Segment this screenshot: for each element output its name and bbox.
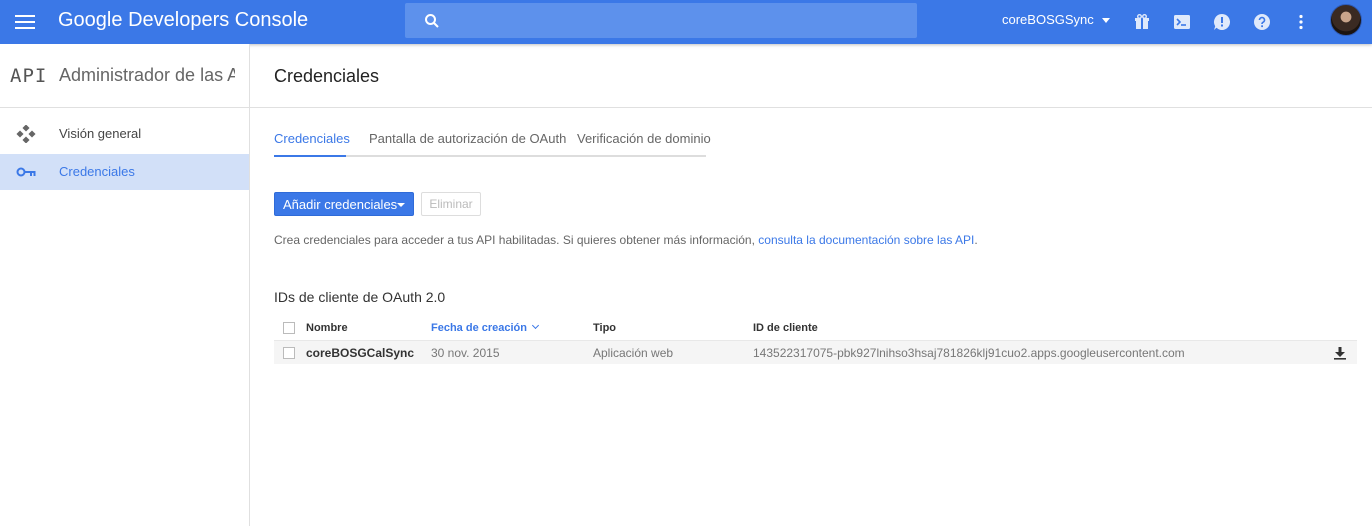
overview-icon <box>16 125 36 143</box>
help-icon[interactable] <box>1252 12 1272 32</box>
more-vert-icon[interactable] <box>1291 12 1311 32</box>
add-credentials-label: Añadir credenciales <box>283 196 398 212</box>
terminal-icon[interactable] <box>1172 12 1192 32</box>
page-title: Credenciales <box>274 66 380 86</box>
table-header: Nombre Fecha de creación Tipo ID de clie… <box>274 319 1357 339</box>
feedback-icon[interactable] <box>1212 12 1232 32</box>
top-bar: Google Developers Console coreBOSGSync <box>0 0 1372 44</box>
sidebar: API Administrador de las API Visión gene… <box>0 44 250 526</box>
api-icon: API <box>10 65 48 87</box>
gift-icon[interactable] <box>1132 12 1152 32</box>
client-id: 143522317075-pbk927lnihso3hsaj781826klj9… <box>753 346 1185 360</box>
active-tab-indicator <box>274 155 346 157</box>
column-header-type[interactable]: Tipo <box>593 322 616 334</box>
sidebar-item-label: Credenciales <box>59 164 135 179</box>
product-name: Developers Console <box>128 9 309 31</box>
column-header-created[interactable]: Fecha de creación <box>431 321 540 334</box>
info-text: Crea credenciales para acceder a tus API… <box>274 233 978 247</box>
app-title[interactable]: Google Developers Console <box>58 9 308 32</box>
tab-credentials[interactable]: Credenciales <box>274 131 350 146</box>
project-selector[interactable]: coreBOSGSync <box>1002 12 1110 27</box>
brand-name: Google <box>58 9 123 31</box>
sidebar-title: Administrador de las API <box>59 65 235 85</box>
divider <box>250 107 1372 108</box>
sidebar-item-credentials[interactable]: Credenciales <box>0 154 249 190</box>
tab-domain-verification[interactable]: Verificación de dominio <box>577 131 711 146</box>
docs-link[interactable]: consulta la documentación sobre las API <box>758 233 974 247</box>
select-all-checkbox[interactable] <box>283 322 295 334</box>
search-input[interactable] <box>405 3 917 38</box>
download-icon[interactable] <box>1333 346 1347 360</box>
client-type: Aplicación web <box>593 346 674 360</box>
table-row: coreBOSGCalSync 30 nov. 2015 Aplicación … <box>274 340 1357 364</box>
avatar[interactable] <box>1330 4 1362 36</box>
menu-icon[interactable] <box>14 12 36 32</box>
client-name-link[interactable]: coreBOSGCalSync <box>306 346 414 360</box>
chevron-down-icon <box>1101 18 1110 24</box>
main-content: Credenciales Credenciales Pantalla de au… <box>250 44 1372 526</box>
sidebar-item-overview[interactable]: Visión general <box>0 116 249 152</box>
column-header-name[interactable]: Nombre <box>306 322 348 334</box>
sort-descending-icon <box>531 321 540 330</box>
search-icon <box>425 14 439 28</box>
info-suffix: . <box>974 233 978 247</box>
key-icon <box>16 167 36 177</box>
created-date: 30 nov. 2015 <box>431 346 500 360</box>
sidebar-item-label: Visión general <box>59 126 142 141</box>
tab-bar: Credenciales Pantalla de autorización de… <box>274 131 711 157</box>
sidebar-header: API Administrador de las API <box>0 44 249 108</box>
oauth-section-title: IDs de cliente de OAuth 2.0 <box>274 289 446 305</box>
info-message: Crea credenciales para acceder a tus API… <box>274 233 759 247</box>
chevron-down-icon <box>397 203 405 207</box>
row-checkbox[interactable] <box>283 347 295 359</box>
add-credentials-button[interactable]: Añadir credenciales <box>274 192 414 216</box>
tab-oauth-consent[interactable]: Pantalla de autorización de OAuth <box>369 131 566 146</box>
delete-button: Eliminar <box>421 192 481 216</box>
project-name: coreBOSGSync <box>1002 12 1094 27</box>
column-header-created-label: Fecha de creación <box>431 322 527 334</box>
column-header-client-id[interactable]: ID de cliente <box>753 322 818 334</box>
